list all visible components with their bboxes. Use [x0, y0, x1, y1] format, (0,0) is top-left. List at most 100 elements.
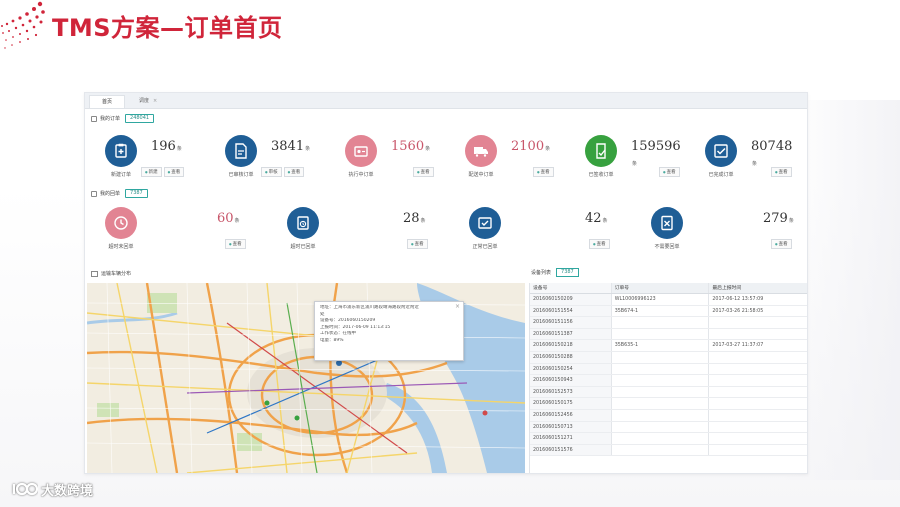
- tab-home[interactable]: 首页: [89, 95, 126, 108]
- metric-value: 279条: [763, 211, 794, 226]
- table-cell: 2016060151554: [530, 305, 612, 317]
- table-row[interactable]: 2016060151156: [530, 317, 807, 329]
- map-heading: 运输车辆分布: [101, 271, 132, 277]
- popup-battery: 电量：89%: [320, 337, 344, 343]
- table-cell: 2016060150943: [530, 375, 612, 386]
- approve-button[interactable]: 审核: [261, 167, 282, 177]
- metric-label: 已签收订单: [588, 172, 614, 178]
- watermark: 大数跨境: [10, 478, 93, 500]
- view-button[interactable]: 查看: [589, 239, 610, 249]
- table-cell: [612, 375, 710, 386]
- metric-label: 超时已回单: [290, 244, 316, 250]
- table-cell: [612, 444, 710, 456]
- table-cell: 2016060151156: [530, 317, 612, 328]
- table-cell: [612, 386, 710, 398]
- tab-dispatch[interactable]: 调度 ×: [127, 95, 169, 108]
- device-count-badge: 7387: [556, 268, 579, 277]
- view-button[interactable]: 查看: [771, 239, 792, 249]
- table-cell: WL10006996123: [612, 294, 710, 305]
- metric-approved-orders: 已审核订单 3841条 审核查看: [213, 135, 313, 185]
- table-cell: 2016060150175: [530, 398, 612, 409]
- table-cell: [612, 433, 710, 444]
- table-cell: [709, 422, 807, 433]
- orders-section-header: 我的订单 248041: [91, 114, 155, 123]
- receipts-section-icon: [91, 190, 97, 197]
- close-icon[interactable]: ×: [455, 303, 460, 310]
- column-order-no[interactable]: 订单号: [612, 283, 710, 293]
- table-row[interactable]: 2016060152456: [530, 409, 807, 422]
- clock-icon: [105, 207, 137, 239]
- metric-new-orders: 新建订单 196条 新建查看: [93, 135, 193, 185]
- view-button[interactable]: 查看: [225, 239, 246, 249]
- table-cell: [709, 445, 807, 456]
- table-row[interactable]: 2016060152573: [530, 386, 807, 399]
- metric-value: 1560条: [391, 139, 431, 154]
- table-cell: [612, 317, 710, 328]
- table-row[interactable]: 2016060150713: [530, 421, 807, 434]
- table-cell: 2016060150209: [530, 294, 612, 305]
- metric-value: 2100条: [511, 139, 551, 154]
- table-row[interactable]: 2016060150288: [530, 351, 807, 364]
- dot-logo-icon: [1, 1, 45, 49]
- receipts-section-header: 我的回单 7387: [91, 189, 148, 198]
- receipts-heading: 我的回单: [100, 191, 121, 197]
- table-cell: [612, 351, 710, 363]
- table-cell: 2016060150288: [530, 351, 612, 363]
- table-cell: [612, 398, 710, 409]
- metric-completed-orders: 已完成订单 80748条 查看: [693, 135, 793, 185]
- truck-icon: [465, 135, 497, 167]
- orders-heading: 我的订单: [100, 116, 121, 122]
- table-row[interactable]: 2016060150209 WL10006996123 2017-06-12 13:…: [530, 294, 807, 306]
- metric-value: 3841条: [271, 139, 311, 154]
- table-row[interactable]: 2016060150175: [530, 398, 807, 410]
- tab-close-icon[interactable]: ×: [153, 98, 157, 104]
- view-button[interactable]: 查看: [283, 167, 305, 177]
- view-button[interactable]: 查看: [407, 239, 428, 249]
- watermark-logo-icon: [12, 482, 38, 496]
- view-button[interactable]: 查看: [659, 167, 680, 177]
- table-cell: [709, 387, 807, 398]
- table-row[interactable]: 2016060151576: [530, 444, 807, 457]
- table-cell: 2016060150713: [530, 421, 612, 433]
- tms-app-window: 首页 调度× 我的订单 248041 新建订单 196条 新建查看 已审核订单 …: [84, 92, 808, 474]
- clipboard-clock-icon: [287, 207, 319, 239]
- table-cell: [709, 433, 807, 444]
- view-button[interactable]: 查看: [413, 167, 434, 177]
- mail-check-icon: [469, 207, 501, 239]
- table-cell: 2017-03-26 21:58:05: [712, 308, 764, 314]
- checkbox-icon: [705, 135, 737, 167]
- device-list-heading: 设备列表: [531, 270, 552, 276]
- table-row[interactable]: 2016060151554 35B674-1 2017-03-26 21:58:05: [530, 305, 807, 318]
- table-cell: [709, 410, 807, 421]
- table-cell: [709, 375, 807, 386]
- progress-icon: [345, 135, 377, 167]
- view-button[interactable]: 查看: [771, 167, 792, 177]
- view-button[interactable]: 查看: [163, 167, 185, 177]
- vehicle-info-popup: × 地址：上海市浦东新区浦川路段靖海路段附近附近 处 设备号：201606015…: [314, 301, 464, 361]
- table-row[interactable]: 2016060150254: [530, 363, 807, 376]
- table-cell: 35B674-1: [612, 305, 710, 317]
- new-order-button[interactable]: 新建: [141, 167, 162, 177]
- orders-section-icon: [91, 115, 97, 122]
- column-last-report[interactable]: 最后上报时间: [709, 283, 807, 293]
- table-row[interactable]: 2016060151271: [530, 433, 807, 445]
- table-row[interactable]: 2016060150943: [530, 375, 807, 387]
- table-cell: [709, 317, 807, 328]
- column-device-id[interactable]: 设备号: [530, 283, 612, 293]
- table-cell: 2016060150218: [530, 340, 612, 351]
- view-button[interactable]: 查看: [533, 167, 554, 177]
- metric-label: 执行中订单: [348, 172, 374, 178]
- table-cell: [612, 409, 710, 421]
- table-cell: [709, 398, 807, 409]
- device-table: 设备号 订单号 最后上报时间 2016060150209 WL1000699612…: [529, 283, 807, 473]
- metric-value: 28条: [403, 211, 426, 226]
- metric-overdue-unreturned: 超时未回单 60条 查看: [93, 207, 263, 257]
- tab-dispatch-label: 调度: [139, 98, 150, 104]
- device-list-header: 设备列表 7387: [531, 268, 579, 277]
- table-row[interactable]: 2016060151387: [530, 328, 807, 341]
- table-cell: [612, 363, 710, 375]
- table-row[interactable]: 2016060150218 35B635-1 2017-03-27 11:37:07: [530, 340, 807, 352]
- metric-value: 196条: [151, 139, 182, 154]
- metric-label: 不需要回单: [654, 244, 680, 250]
- metric-signed-orders: 已签收订单 159596条 查看: [573, 135, 681, 185]
